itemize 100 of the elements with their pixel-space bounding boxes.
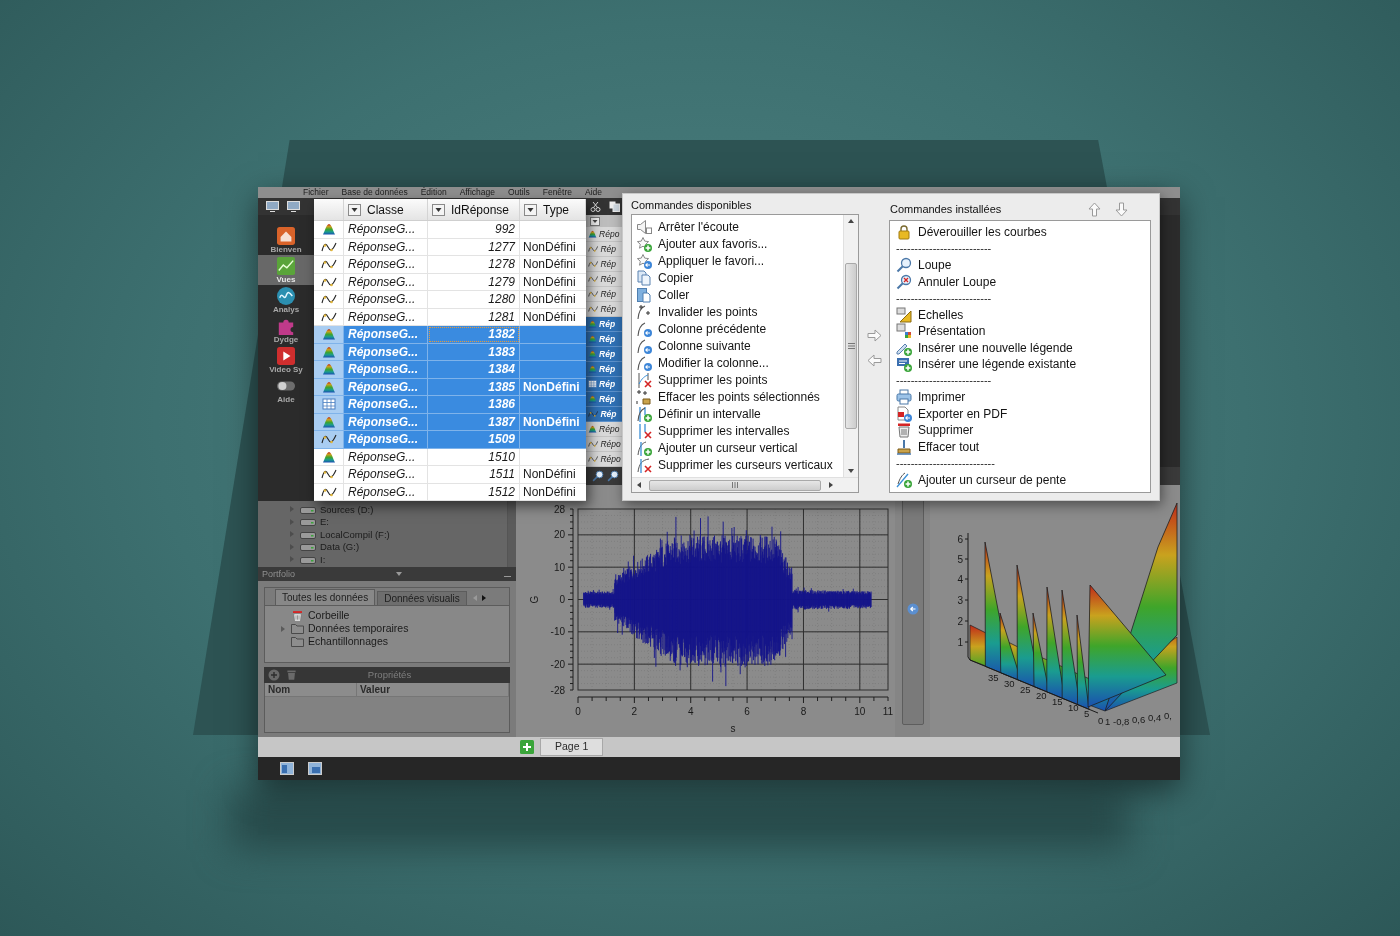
command-item[interactable]: Ajouter un curseur de pente [896,471,1146,488]
nav-item[interactable]: Dydge [258,315,314,345]
left-arrow-icon[interactable] [866,352,882,368]
table-row[interactable]: Rép [586,317,622,332]
table-row[interactable]: Rép [586,377,622,392]
table-row[interactable]: RéponseG... 1509 [314,431,586,449]
command-item[interactable]: Modifier la colonne... [632,354,843,371]
table-row[interactable]: Rép [586,392,622,407]
table-row[interactable]: Rép [586,302,622,317]
table-row[interactable]: RéponseG... 1384 [314,361,586,379]
menu-item[interactable]: Base de données [341,188,408,197]
magnifier-icon[interactable] [592,470,604,482]
command-item[interactable]: Supprimer les curseurs verticaux [632,456,843,473]
page-tab[interactable]: Page 1 [540,738,604,756]
table-row[interactable]: Rép [586,407,622,422]
filter-button[interactable] [524,203,537,216]
command-item[interactable]: Colonne suivante [632,337,843,354]
trash-icon[interactable] [286,669,297,681]
command-item[interactable]: Ajouter aux favoris... [632,235,843,252]
scroll-right-arrow-icon[interactable] [479,594,488,602]
table-row[interactable]: Rép [586,272,622,287]
command-item[interactable]: Loupe [896,257,1146,274]
command-item[interactable]: Coller [632,286,843,303]
table-row[interactable]: RéponseG... 1382 [314,326,586,344]
command-item[interactable]: Ajouter un curseur vertical [632,439,843,456]
nav-item[interactable]: Aide [258,375,314,405]
command-item[interactable]: Insérer une nouvelle légende [896,339,1146,356]
column-header[interactable]: Type [543,203,569,216]
command-item[interactable]: Déverouiller les courbes [896,224,1146,241]
scrollbar-thumb[interactable] [649,479,821,491]
command-item[interactable]: Imprimer [896,389,1146,406]
table-row[interactable]: Répo [586,422,622,437]
command-item[interactable]: Colonne précédente [632,320,843,337]
horizontal-scrollbar[interactable] [632,477,858,492]
table-row[interactable]: RéponseG... 1386 [314,396,586,414]
table-row[interactable]: Répo [586,437,622,452]
menu-item[interactable]: Édition [420,188,447,197]
filter-button[interactable] [348,203,361,216]
column-header[interactable]: Classe [367,203,404,216]
command-item[interactable]: Exporter en PDF [896,405,1146,422]
scroll-left-arrow-icon[interactable] [635,481,643,489]
command-item[interactable]: Présentation [896,323,1146,340]
nav-item[interactable]: Bienven [258,225,314,255]
up-arrow-icon[interactable] [1087,201,1102,217]
magnifier-icon[interactable] [607,470,619,482]
command-item[interactable]: Effacer les points sélectionnés [632,388,843,405]
expand-arrow-icon[interactable] [279,624,287,633]
filter-button[interactable] [432,203,445,216]
tree-item[interactable]: Echantillonnages [279,635,388,648]
tree-item[interactable]: Données temporaires [279,622,409,635]
command-item[interactable]: Définir un intervalle [632,405,843,422]
scroll-up-arrow-icon[interactable] [847,217,855,225]
vertical-scrollbar[interactable] [507,501,516,567]
scissors-icon[interactable] [590,201,601,212]
add-page-button[interactable] [520,740,534,754]
table-row[interactable]: RéponseG... 1278 NonDéfini [314,256,586,274]
nav-item[interactable]: Vues [258,255,314,285]
table-row[interactable]: Rép [586,347,622,362]
table-row[interactable]: RéponseG... 1511 NonDéfini [314,466,586,484]
column-header[interactable]: Nom [265,683,357,696]
command-item[interactable]: Invalider les points [632,303,843,320]
monitor-icon[interactable] [266,201,279,212]
menu-item[interactable]: Aide [585,188,603,197]
table-row[interactable]: Rép [586,332,622,347]
table-row[interactable]: Rép [586,257,622,272]
command-item[interactable]: Effacer tout [896,438,1146,455]
copy-icon[interactable] [609,201,620,212]
command-item[interactable]: Copier [632,269,843,286]
monitor-icon[interactable] [287,201,300,212]
menu-item[interactable]: Affichage [459,188,495,197]
menu-item[interactable]: Fichier [303,188,329,197]
table-row[interactable]: Rép [586,362,622,377]
command-item[interactable]: Supprimer les intervalles [632,422,843,439]
nav-item[interactable]: Video Sy [258,345,314,375]
down-arrow-icon[interactable] [1114,201,1129,217]
caret-down-icon[interactable] [395,570,404,578]
command-item[interactable]: Echelles [896,306,1146,323]
table-row[interactable]: Rép [586,287,622,302]
table-row[interactable]: Rép [586,242,622,257]
column-header[interactable]: IdRéponse [451,203,510,216]
window-icon[interactable] [280,762,294,775]
tab[interactable]: Toutes les données [275,589,376,605]
nav-item[interactable]: Analys [258,285,314,315]
right-arrow-icon[interactable] [866,327,882,343]
scrollbar-thumb[interactable] [845,263,857,429]
command-item[interactable]: Appliquer le favori... [632,252,843,269]
command-item[interactable]: Annuler Loupe [896,273,1146,290]
tree-item[interactable]: Corbeille [279,609,350,622]
command-item[interactable]: Insérer une légende existante [896,356,1146,373]
circle-arrow-icon[interactable] [906,603,919,615]
table-row[interactable]: Répo [586,452,622,467]
menu-item[interactable]: Fenêtre [542,188,572,197]
column-header[interactable]: Valeur [357,683,509,696]
scroll-right-arrow-icon[interactable] [827,481,835,489]
menu-item[interactable]: Outils [508,188,530,197]
command-item[interactable]: Arrêter l'écoute [632,218,843,235]
plus-circle-icon[interactable] [268,669,280,681]
command-item[interactable]: Supprimer [896,422,1146,439]
table-row[interactable]: RéponseG... 992 [314,221,586,239]
filter-button[interactable] [590,216,600,226]
